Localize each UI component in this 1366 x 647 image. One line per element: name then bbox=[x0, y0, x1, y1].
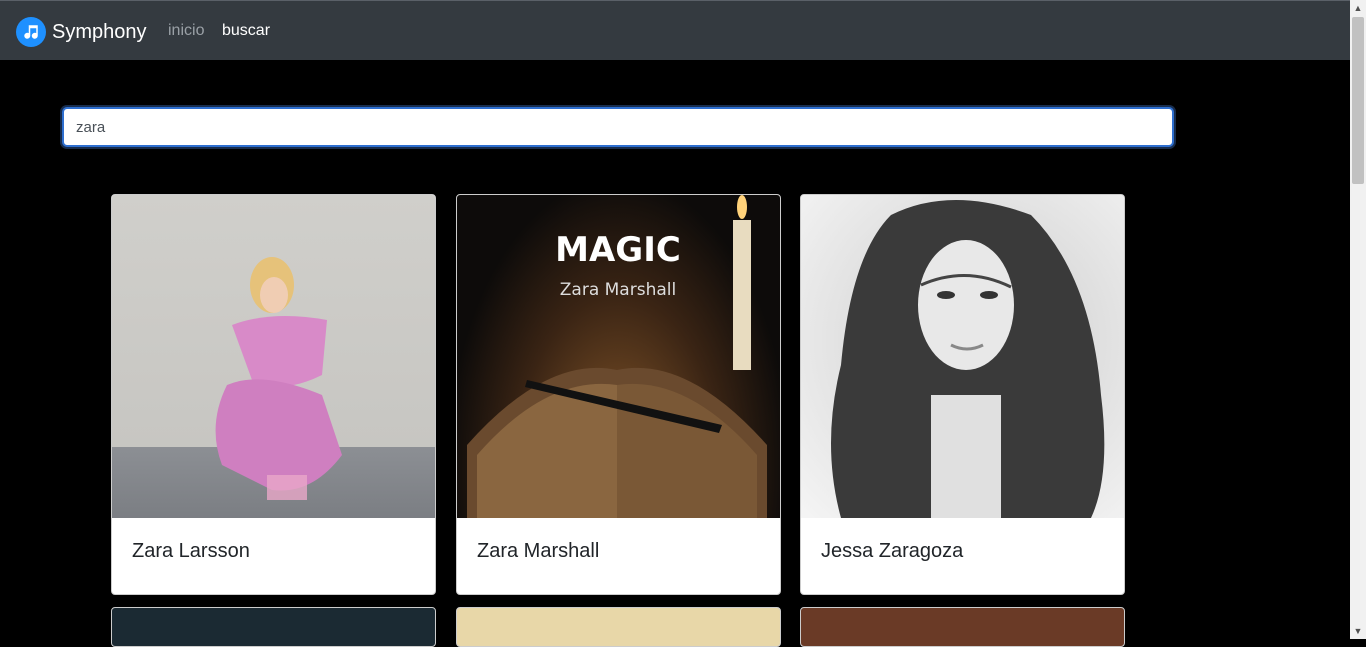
image-title: MAGIC bbox=[555, 230, 681, 270]
result-card[interactable]: MAGIC Zara Marshall Zara Marshall bbox=[456, 194, 781, 595]
scroll-thumb[interactable] bbox=[1352, 17, 1364, 184]
nav-link-buscar[interactable]: buscar bbox=[222, 22, 270, 40]
scroll-up-arrow-icon[interactable]: ▲ bbox=[1350, 0, 1366, 16]
artist-name: Zara Larsson bbox=[132, 540, 250, 562]
scrollbar[interactable]: ▲ ▼ bbox=[1350, 0, 1366, 639]
image-subtitle: Zara Marshall bbox=[560, 280, 676, 300]
result-card[interactable] bbox=[456, 607, 781, 647]
result-card[interactable]: Jessa Zaragoza bbox=[800, 194, 1125, 595]
artist-image: MAGIC Zara Marshall bbox=[457, 195, 780, 518]
nav-link-inicio[interactable]: inicio bbox=[168, 22, 204, 40]
artist-name: Zara Marshall bbox=[477, 540, 600, 562]
scroll-down-arrow-icon[interactable]: ▼ bbox=[1350, 623, 1366, 639]
result-card[interactable] bbox=[800, 607, 1125, 647]
music-note-icon bbox=[16, 17, 46, 47]
search-bar bbox=[62, 107, 1174, 147]
brand-name: Symphony bbox=[52, 20, 147, 43]
search-input[interactable] bbox=[62, 107, 1174, 147]
result-card[interactable] bbox=[111, 607, 436, 647]
artist-name: Jessa Zaragoza bbox=[821, 540, 964, 562]
artist-image bbox=[112, 195, 435, 518]
artist-image bbox=[801, 195, 1124, 518]
result-card[interactable]: Zara Larsson bbox=[111, 194, 436, 595]
brand[interactable]: Symphony bbox=[16, 17, 147, 47]
navbar: Symphony inicio buscar bbox=[0, 0, 1350, 60]
